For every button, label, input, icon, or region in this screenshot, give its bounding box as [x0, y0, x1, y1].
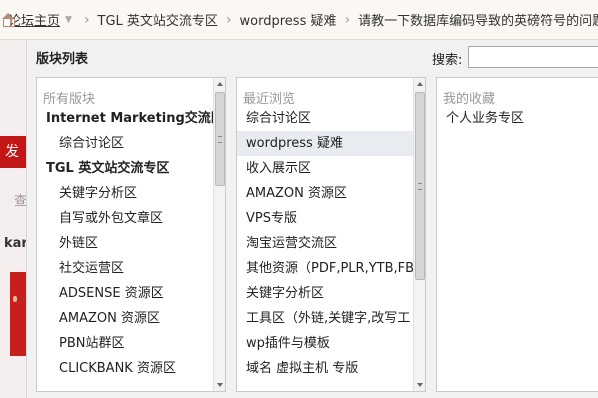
- scroll-down-arrow-icon[interactable]: [214, 379, 225, 391]
- column-header-favorites: 我的收藏: [443, 92, 496, 107]
- recent-item[interactable]: 淘宝运营交流区: [237, 231, 425, 256]
- breadcrumb-separator: ›: [83, 11, 90, 28]
- chevron-down-icon[interactable]: ▼: [65, 15, 72, 25]
- forum-item[interactable]: 关键字分析区: [37, 181, 225, 206]
- background-username: kar: [4, 236, 28, 251]
- breadcrumb: 论坛主页 ▼ › TGL 英文站交流专区 › wordpress 疑难 › 请教…: [0, 0, 598, 40]
- breadcrumb-separator: ›: [344, 11, 351, 28]
- recent-item[interactable]: 工具区（外链,关键字,改写工: [237, 306, 425, 331]
- column-header-recent: 最近浏览: [243, 92, 296, 107]
- search-label: 搜索:: [432, 53, 463, 68]
- breadcrumb-item-thread[interactable]: 请教一下数据库编码导致的英磅符号的问题: [356, 10, 598, 29]
- recent-item[interactable]: 其他资源（PDF,PLR,YTB,FB: [237, 256, 425, 281]
- scroll-thumb[interactable]: [215, 92, 225, 186]
- forum-group[interactable]: TGL 英文站交流专区: [37, 156, 225, 181]
- forum-item[interactable]: AMAZON 资源区: [37, 306, 225, 331]
- favorite-item[interactable]: 个人业务专区: [437, 106, 598, 131]
- all-forums-list: Internet Marketing交流区 综合讨论区 TGL 英文站交流专区 …: [37, 106, 225, 381]
- favorites-list: 个人业务专区: [437, 106, 598, 131]
- scroll-up-arrow-icon[interactable]: [414, 78, 425, 90]
- recent-item[interactable]: 综合讨论区: [237, 106, 425, 131]
- scrollbar[interactable]: [213, 78, 225, 391]
- recent-item[interactable]: VPS专版: [237, 206, 425, 231]
- forum-item[interactable]: 自写或外包文章区: [37, 206, 225, 231]
- recent-forums-column: 最近浏览 综合讨论区 wordpress 疑难 收入展示区 AMAZON 资源区…: [236, 77, 426, 392]
- breadcrumb-item-subforum[interactable]: wordpress 疑难: [238, 10, 339, 29]
- favorites-column: 我的收藏 个人业务专区: [436, 77, 598, 392]
- forum-list-panel: 版块列表 搜索: 所有版块 Internet Marketing交流区 综合讨论…: [26, 40, 598, 398]
- recent-item[interactable]: 域名 虚拟主机 专版: [237, 356, 425, 381]
- recent-item[interactable]: AMAZON 资源区: [237, 181, 425, 206]
- forum-item[interactable]: 社交运营区: [37, 256, 225, 281]
- panel-title: 版块列表: [36, 52, 89, 67]
- post-button[interactable]: 发: [0, 136, 26, 168]
- forum-item[interactable]: 综合讨论区: [37, 131, 225, 156]
- scroll-up-arrow-icon[interactable]: [214, 78, 225, 90]
- recent-item[interactable]: 关键字分析区: [237, 281, 425, 306]
- forum-group[interactable]: Internet Marketing交流区: [37, 106, 225, 131]
- avatar-detail: [13, 296, 17, 302]
- forum-item[interactable]: CLICKBANK 资源区: [37, 356, 225, 381]
- column-header-all: 所有版块: [43, 92, 96, 107]
- forum-item[interactable]: PBN站群区: [37, 331, 225, 356]
- forum-item[interactable]: 外链区: [37, 231, 225, 256]
- recent-item[interactable]: 收入展示区: [237, 156, 425, 181]
- breadcrumb-separator: ›: [225, 11, 232, 28]
- recent-forums-list: 综合讨论区 wordpress 疑难 收入展示区 AMAZON 资源区 VPS专…: [237, 106, 425, 381]
- recent-item-active[interactable]: wordpress 疑难: [237, 131, 417, 156]
- recent-item[interactable]: wp插件与模板: [237, 331, 425, 356]
- breadcrumb-item-forum[interactable]: TGL 英文站交流专区: [96, 10, 220, 29]
- search-input[interactable]: [468, 46, 598, 68]
- scrollbar[interactable]: [413, 78, 425, 391]
- scroll-thumb[interactable]: [415, 92, 425, 280]
- background-avatar: [10, 272, 26, 356]
- scroll-down-arrow-icon[interactable]: [414, 379, 425, 391]
- forum-item[interactable]: ADSENSE 资源区: [37, 281, 225, 306]
- all-forums-column: 所有版块 Internet Marketing交流区 综合讨论区 TGL 英文站…: [36, 77, 226, 392]
